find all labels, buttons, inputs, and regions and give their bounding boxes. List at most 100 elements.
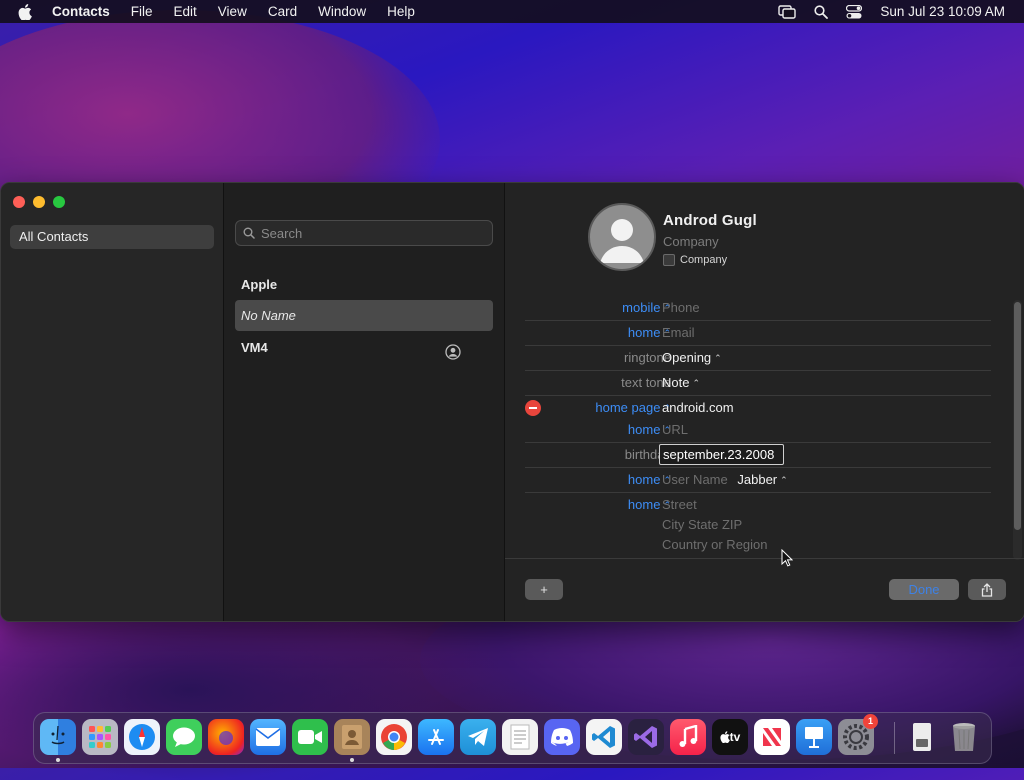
share-button[interactable]	[968, 579, 1006, 600]
email-label-text: home	[627, 325, 661, 340]
zoom-window-button[interactable]	[53, 196, 65, 208]
dock-vscode-icon[interactable]	[586, 719, 622, 755]
dock-system-settings-icon[interactable]: 1	[838, 714, 878, 755]
homepage-label-popup[interactable]: home page ⌃	[595, 400, 671, 415]
search-placeholder: Search	[261, 225, 303, 241]
texttone-value: Note	[662, 375, 690, 390]
dock-firefox-icon[interactable]	[208, 719, 244, 755]
ringtone-popup[interactable]: Opening ⌃	[662, 350, 722, 365]
dock-telegram-icon[interactable]	[460, 719, 496, 755]
menu-bar: Contacts File Edit View Card Window Help…	[0, 0, 1024, 23]
mouse-pointer-icon	[781, 548, 794, 570]
updown-chevron-icon: ⌃	[780, 475, 788, 485]
url-input[interactable]: URL	[662, 422, 688, 437]
menu-card[interactable]: Card	[268, 4, 297, 19]
dock-music-icon[interactable]	[670, 719, 706, 755]
dock-keynote-icon[interactable]	[796, 719, 832, 755]
dock-chrome-icon[interactable]	[376, 719, 412, 755]
spotlight-search-icon[interactable]	[814, 4, 829, 19]
groups-sidebar: All Contacts	[1, 183, 224, 621]
search-icon	[243, 227, 255, 239]
checkbox-box[interactable]	[663, 254, 675, 266]
menu-view[interactable]: View	[218, 4, 247, 19]
dock-downloads-icon[interactable]	[904, 719, 940, 755]
im-field: User Name Jabber ⌃	[662, 472, 788, 487]
dock-news-icon[interactable]	[754, 719, 790, 755]
ringtone-field-row: ringtone Opening ⌃	[525, 346, 991, 371]
dock-tv-icon[interactable]: tv	[712, 719, 748, 755]
remove-field-icon[interactable]	[525, 400, 541, 416]
contacts-list-pane: Search Apple No Name VM4	[224, 183, 505, 621]
card-divider	[505, 558, 1024, 559]
phone-label-text: mobile	[622, 300, 661, 315]
card-scrollbar[interactable]	[1013, 300, 1022, 560]
tv-apple-glyph-icon	[720, 731, 730, 743]
address-field-row: home ⌃ Street City State ZIP Country or R…	[525, 493, 991, 553]
contact-row-apple[interactable]: Apple	[235, 269, 493, 300]
contact-card: Androd Gugl Company Company mobile ⌃ Phon…	[505, 183, 1024, 621]
country-input[interactable]: Country or Region	[662, 537, 768, 552]
address-label-text: home	[627, 497, 661, 512]
im-username-input[interactable]: User Name	[662, 472, 728, 487]
dock-mail-icon[interactable]	[250, 719, 286, 755]
birthday-field-row: birthday september.23.2008	[525, 443, 991, 468]
company-checkbox[interactable]: Company	[663, 254, 727, 266]
contact-row-vm4[interactable]: VM4	[235, 332, 493, 363]
texttone-popup[interactable]: Note ⌃	[662, 375, 700, 390]
city-state-zip-input[interactable]: City State ZIP	[662, 517, 742, 532]
birthday-input[interactable]: september.23.2008	[659, 444, 784, 465]
group-all-contacts[interactable]: All Contacts	[10, 225, 214, 249]
dock-launchpad-icon[interactable]	[82, 719, 118, 755]
done-button[interactable]: Done	[889, 579, 959, 600]
dock-safari-icon[interactable]	[124, 719, 160, 755]
dock-separator	[894, 722, 895, 754]
apple-menu-icon[interactable]	[18, 3, 34, 20]
my-card-icon	[445, 340, 461, 371]
close-window-button[interactable]	[13, 196, 25, 208]
minimize-window-button[interactable]	[33, 196, 45, 208]
homepage-input[interactable]: android.com	[662, 400, 734, 415]
email-input[interactable]: Email	[662, 325, 695, 340]
contact-name-field[interactable]: Androd Gugl	[663, 212, 757, 229]
control-center-icon[interactable]	[846, 4, 863, 19]
street-input[interactable]: Street	[662, 497, 697, 512]
ringtone-value: Opening	[662, 350, 712, 365]
tv-label: tv	[729, 730, 741, 744]
company-checkbox-label: Company	[680, 254, 728, 266]
contact-name: VM4	[241, 340, 268, 355]
company-field[interactable]: Company	[663, 234, 719, 249]
dock-app-store-icon[interactable]	[418, 719, 454, 755]
im-service-value: Jabber	[737, 472, 778, 487]
phone-input[interactable]: Phone	[662, 300, 700, 315]
dock-textedit-icon[interactable]	[502, 719, 538, 755]
contact-name: No Name	[241, 308, 296, 323]
dock-messages-icon[interactable]	[166, 719, 202, 755]
notification-badge: 1	[863, 714, 878, 729]
menu-clock[interactable]: Sun Jul 23 10:09 AM	[880, 4, 1005, 19]
updown-chevron-icon: ⌃	[714, 353, 722, 363]
menu-window[interactable]: Window	[318, 4, 366, 19]
menu-help[interactable]: Help	[387, 4, 415, 19]
im-service-popup[interactable]: Jabber ⌃	[737, 472, 787, 487]
menu-app-contacts[interactable]: Contacts	[52, 4, 110, 19]
im-label-text: home	[627, 472, 661, 487]
contact-row-no-name[interactable]: No Name	[235, 300, 493, 331]
share-icon	[981, 582, 993, 597]
im-field-row: home ⌃ User Name Jabber ⌃	[525, 468, 991, 493]
contact-avatar[interactable]	[588, 203, 656, 271]
dock-discord-icon[interactable]	[544, 719, 580, 755]
search-field[interactable]: Search	[235, 220, 493, 246]
dock-contacts-icon[interactable]	[334, 719, 370, 755]
scrollbar-thumb[interactable]	[1014, 302, 1021, 530]
menu-file[interactable]: File	[131, 4, 153, 19]
dock-trash-icon[interactable]	[946, 719, 982, 755]
updown-chevron-icon: ⌃	[692, 378, 701, 388]
add-field-button[interactable]: +	[525, 579, 563, 600]
dock-finder-icon[interactable]	[40, 719, 76, 755]
screen-mirroring-icon[interactable]	[778, 4, 797, 19]
email-field-row: home ⌃ Email	[525, 321, 991, 346]
url-label-text: home	[627, 422, 661, 437]
dock-visual-studio-icon[interactable]	[628, 719, 664, 755]
menu-edit[interactable]: Edit	[174, 4, 197, 19]
dock-facetime-icon[interactable]	[292, 719, 328, 755]
